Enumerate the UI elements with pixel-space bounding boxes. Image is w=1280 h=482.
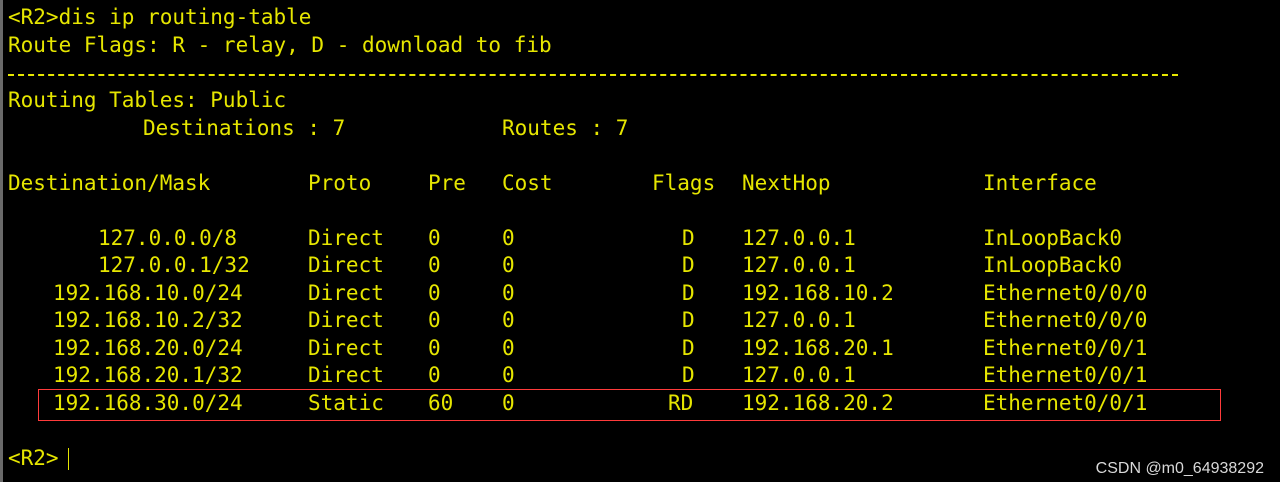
text-cursor (68, 448, 69, 470)
header-nexthop: NextHop (742, 171, 831, 195)
destinations-count: Destinations : 7 (143, 116, 346, 140)
window-left-border (0, 0, 3, 482)
route-nexthop: 192.168.10.2 (742, 281, 894, 305)
route-flags: D (682, 363, 695, 387)
route-flags: D (682, 308, 695, 332)
header-pre: Pre (428, 171, 466, 195)
route-proto: Direct (308, 336, 384, 360)
header-destination: Destination/Mask (8, 171, 211, 195)
route-destination: 127.0.0.1/32 (98, 253, 250, 277)
header-interface: Interface (983, 171, 1097, 195)
route-flags: D (682, 253, 695, 277)
route-destination: 192.168.20.0/24 (53, 336, 243, 360)
route-destination: 192.168.10.0/24 (53, 281, 243, 305)
route-interface: InLoopBack0 (983, 226, 1123, 250)
command-prompt[interactable]: <R2> (8, 445, 59, 472)
route-interface: Ethernet0/0/1 (983, 336, 1148, 360)
route-pre: 0 (428, 308, 441, 332)
header-flags: Flags (652, 171, 716, 195)
terminal-window[interactable]: <R2>dis ip routing-table Route Flags: R … (0, 0, 1280, 482)
route-nexthop: 127.0.0.1 (742, 363, 856, 387)
route-interface: Ethernet0/0/0 (983, 308, 1148, 332)
route-cost: 0 (502, 281, 515, 305)
command-line: <R2>dis ip routing-table (8, 5, 312, 29)
route-cost: 0 (502, 253, 515, 277)
route-nexthop: 127.0.0.1 (742, 253, 856, 277)
route-flags: D (682, 226, 695, 250)
route-nexthop: 127.0.0.1 (742, 308, 856, 332)
separator-line (8, 74, 1178, 76)
route-proto: Direct (308, 308, 384, 332)
route-cost: 0 (502, 363, 515, 387)
route-destination: 127.0.0.0/8 (98, 226, 238, 250)
route-destination: 192.168.20.1/32 (53, 363, 243, 387)
route-pre: 0 (428, 226, 441, 250)
header-cost: Cost (502, 171, 553, 195)
route-nexthop: 127.0.0.1 (742, 226, 856, 250)
route-proto: Direct (308, 253, 384, 277)
route-proto: Direct (308, 363, 384, 387)
route-interface: Ethernet0/0/1 (983, 363, 1148, 387)
route-proto: Direct (308, 281, 384, 305)
route-interface: InLoopBack0 (983, 253, 1123, 277)
routing-tables-title: Routing Tables: Public (8, 88, 287, 112)
route-pre: 0 (428, 336, 441, 360)
route-nexthop: 192.168.20.1 (742, 336, 894, 360)
route-cost: 0 (502, 336, 515, 360)
routes-count: Routes : 7 (502, 116, 629, 140)
flags-legend: Route Flags: R - relay, D - download to … (8, 33, 552, 57)
route-pre: 0 (428, 281, 441, 305)
route-cost: 0 (502, 226, 515, 250)
csdn-watermark: CSDN @m0_64938292 (1095, 460, 1264, 477)
route-proto: Direct (308, 226, 384, 250)
header-proto: Proto (308, 171, 372, 195)
route-destination: 192.168.10.2/32 (53, 308, 243, 332)
route-cost: 0 (502, 308, 515, 332)
route-flags: D (682, 281, 695, 305)
route-interface: Ethernet0/0/0 (983, 281, 1148, 305)
static-route-highlight-box (38, 389, 1221, 421)
route-flags: D (682, 336, 695, 360)
route-pre: 0 (428, 363, 441, 387)
route-pre: 0 (428, 253, 441, 277)
